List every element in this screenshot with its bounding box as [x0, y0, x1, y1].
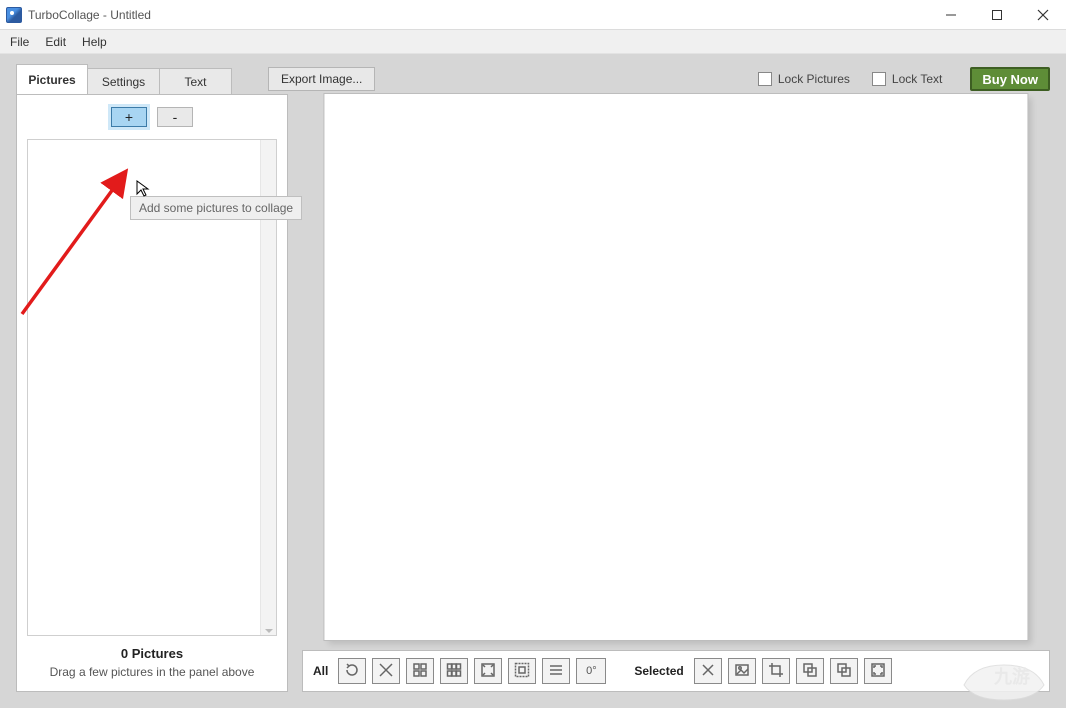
fit-screen-icon: [480, 662, 496, 681]
toolbar-all-label: All: [311, 664, 332, 678]
fit-all-button[interactable]: [508, 658, 536, 684]
image-icon: [734, 662, 750, 681]
pictures-hint: Drag a few pictures in the panel above: [27, 665, 277, 679]
tab-pictures[interactable]: Pictures: [16, 64, 88, 94]
top-row: Pictures Settings Text Export Image... L…: [16, 64, 1050, 94]
grid-3x2-button[interactable]: [440, 658, 468, 684]
pictures-panel: + - 0 Pictures Drag a few pictures in th…: [16, 94, 288, 692]
lock-text-label: Lock Text: [892, 72, 942, 86]
lock-text-group: Lock Text: [858, 72, 942, 86]
rotate-icon: [344, 662, 360, 681]
lock-pictures-label: Lock Pictures: [778, 72, 850, 86]
buy-now-button[interactable]: Buy Now: [970, 67, 1050, 91]
right-column: All: [302, 94, 1050, 692]
lock-text-checkbox[interactable]: [872, 72, 886, 86]
bring-front-button[interactable]: [830, 658, 858, 684]
lock-pictures-group: Lock Pictures: [744, 72, 850, 86]
app-icon: [6, 7, 22, 23]
canvas-holder: [302, 94, 1050, 640]
crop-selected-button[interactable]: [762, 658, 790, 684]
delete-selected-button[interactable]: [694, 658, 722, 684]
send-back-button[interactable]: [796, 658, 824, 684]
image-selected-button[interactable]: [728, 658, 756, 684]
align-rows-button[interactable]: [542, 658, 570, 684]
export-image-button[interactable]: Export Image...: [268, 67, 375, 91]
shuffle-all-button[interactable]: [372, 658, 400, 684]
main-columns: + - 0 Pictures Drag a few pictures in th…: [16, 94, 1050, 692]
maximize-button[interactable]: [974, 0, 1020, 29]
remove-picture-button[interactable]: -: [157, 107, 193, 127]
align-rows-icon: [548, 662, 564, 681]
menu-help[interactable]: Help: [76, 32, 117, 52]
rotate-all-button[interactable]: [338, 658, 366, 684]
menu-bar: File Edit Help: [0, 30, 1066, 54]
collage-canvas[interactable]: [324, 94, 1027, 640]
minimize-button[interactable]: [928, 0, 974, 29]
add-picture-button[interactable]: +: [111, 107, 147, 127]
close-button[interactable]: [1020, 0, 1066, 29]
fit-screen-button[interactable]: [474, 658, 502, 684]
pictures-count: 0 Pictures: [27, 646, 277, 661]
zero-degrees-label: 0°: [586, 665, 597, 677]
crop-icon: [768, 662, 784, 681]
delete-icon: [700, 662, 716, 681]
title-bar: TurboCollage - Untitled: [0, 0, 1066, 30]
add-picture-tooltip: Add some pictures to collage: [130, 196, 302, 220]
menu-file[interactable]: File: [4, 32, 39, 52]
grid-3x2-icon: [446, 662, 462, 681]
tab-text[interactable]: Text: [160, 68, 232, 94]
toolbar-selected-label: Selected: [632, 664, 687, 678]
grid-2x2-button[interactable]: [406, 658, 434, 684]
pictures-caption: 0 Pictures Drag a few pictures in the pa…: [27, 646, 277, 679]
send-back-icon: [802, 662, 818, 681]
workspace: Pictures Settings Text Export Image... L…: [0, 54, 1066, 708]
fit-all-icon: [514, 662, 530, 681]
tab-strip: Pictures Settings Text: [16, 64, 232, 94]
add-remove-row: + -: [27, 103, 277, 131]
shuffle-icon: [378, 662, 394, 681]
window-controls: [928, 0, 1066, 29]
bottom-toolbar: All: [302, 650, 1050, 692]
window-title: TurboCollage - Untitled: [28, 8, 151, 22]
fullscreen-selected-button[interactable]: [864, 658, 892, 684]
tab-settings[interactable]: Settings: [88, 68, 160, 94]
fullscreen-icon: [870, 662, 886, 681]
zero-degrees-button[interactable]: 0°: [576, 658, 606, 684]
bring-front-icon: [836, 662, 852, 681]
lock-pictures-checkbox[interactable]: [758, 72, 772, 86]
menu-edit[interactable]: Edit: [39, 32, 76, 52]
grid-2x2-icon: [412, 662, 428, 681]
